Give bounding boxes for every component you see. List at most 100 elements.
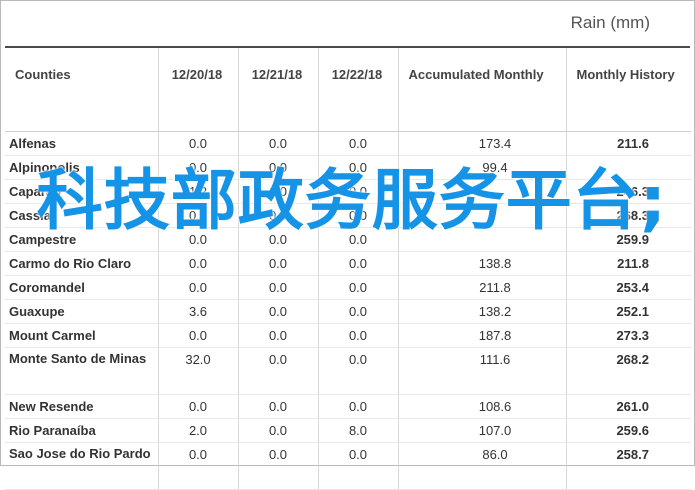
table-row: Mount Carmel 0.0 0.0 0.0 187.8 273.3	[5, 323, 691, 348]
county-cell: Alpinopolis	[5, 155, 159, 180]
day1-cell: 0.0	[158, 251, 239, 276]
table-row: Coromandel 0.0 0.0 0.0 211.8 253.4	[5, 275, 691, 300]
county-cell: Alfenas	[5, 131, 159, 156]
county-cell: Caparaó	[5, 179, 159, 204]
history-cell: 259.9	[566, 227, 691, 252]
column-header-history: Monthly History	[566, 48, 691, 132]
history-cell: 246.3	[566, 179, 691, 204]
county-cell: Carmo do Rio Claro	[5, 251, 159, 276]
history-cell: 258.7	[566, 442, 691, 490]
day3-cell: 0.0	[318, 227, 399, 252]
day2-cell: 0.0	[238, 251, 319, 276]
table-row: Caparaó 1.2 0.0 0.0 246.3	[5, 179, 691, 204]
accumulated-cell: 86.0	[398, 442, 567, 490]
day1-cell: 0.0	[158, 155, 239, 180]
day2-cell: 0.0	[238, 203, 319, 228]
day1-cell: 3.6	[158, 299, 239, 324]
day2-cell: 0.0	[238, 299, 319, 324]
accumulated-cell	[398, 179, 567, 204]
day2-cell: 0.0	[238, 275, 319, 300]
day1-cell: 1.2	[158, 179, 239, 204]
table-row: Alpinopolis 0.0 0.0 0.0 99.4	[5, 155, 691, 180]
day2-cell: 0.0	[238, 442, 319, 490]
table-row: Guaxupe 3.6 0.0 0.0 138.2 252.1	[5, 299, 691, 324]
day1-cell: 0.0	[158, 275, 239, 300]
rain-table: Counties 12/20/18 12/21/18 12/22/18 Accu…	[5, 48, 691, 490]
day3-cell: 0.0	[318, 179, 399, 204]
county-cell: Campestre	[5, 227, 159, 252]
history-cell: 268.2	[566, 347, 691, 395]
accumulated-cell: 138.8	[398, 251, 567, 276]
day1-cell: 0.0	[158, 227, 239, 252]
day3-cell: 0.0	[318, 131, 399, 156]
day2-cell: 0.0	[238, 394, 319, 419]
history-cell: 259.6	[566, 418, 691, 443]
day1-cell: 32.0	[158, 347, 239, 395]
day3-cell: 0.0	[318, 203, 399, 228]
county-cell: Guaxupe	[5, 299, 159, 324]
accumulated-cell: 99.4	[398, 155, 567, 180]
day3-cell: 0.0	[318, 442, 399, 490]
table-body: Alfenas 0.0 0.0 0.0 173.4 211.6 Alpinopolis 0.…	[5, 131, 691, 490]
day3-cell: 0.0	[318, 347, 399, 395]
day2-cell: 0.0	[238, 323, 319, 348]
accumulated-cell: 111.6	[398, 347, 567, 395]
accumulated-cell	[398, 227, 567, 252]
accumulated-cell: 211.8	[398, 275, 567, 300]
history-cell	[566, 155, 691, 180]
column-header-date-1: 12/20/18	[158, 48, 239, 132]
county-cell: Sao Jose do Rio Pardo	[5, 442, 159, 490]
county-cell: Coromandel	[5, 275, 159, 300]
table-row: Cassia 0.0 0.0 0.0 268.3	[5, 203, 691, 228]
history-cell: 211.6	[566, 131, 691, 156]
column-header-accumulated: Accumulated Monthly	[398, 48, 567, 132]
table-title: Rain (mm)	[570, 13, 650, 32]
county-cell: Cassia	[5, 203, 159, 228]
history-cell: 261.0	[566, 394, 691, 419]
table-row: Sao Jose do Rio Pardo 0.0 0.0 0.0 86.0 258.7	[5, 442, 691, 490]
accumulated-cell: 138.2	[398, 299, 567, 324]
day1-cell: 0.0	[158, 394, 239, 419]
day2-cell: 0.0	[238, 347, 319, 395]
day3-cell: 0.0	[318, 394, 399, 419]
table-header-row: Counties 12/20/18 12/21/18 12/22/18 Accu…	[5, 48, 691, 132]
day2-cell: 0.0	[238, 131, 319, 156]
accumulated-cell: 107.0	[398, 418, 567, 443]
history-cell: 211.8	[566, 251, 691, 276]
day3-cell: 0.0	[318, 155, 399, 180]
day3-cell: 0.0	[318, 251, 399, 276]
county-cell: New Resende	[5, 394, 159, 419]
column-header-date-2: 12/21/18	[238, 48, 319, 132]
rain-table-panel: Rain (mm) Counties 12/20/18 12/21/18 12/…	[0, 0, 695, 490]
column-header-date-3: 12/22/18	[318, 48, 399, 132]
day3-cell: 0.0	[318, 275, 399, 300]
day1-cell: 2.0	[158, 418, 239, 443]
day2-cell: 0.0	[238, 179, 319, 204]
table-row: New Resende 0.0 0.0 0.0 108.6 261.0	[5, 394, 691, 419]
day1-cell: 0.0	[158, 203, 239, 228]
day3-cell: 0.0	[318, 323, 399, 348]
accumulated-cell: 108.6	[398, 394, 567, 419]
table-row: Carmo do Rio Claro 0.0 0.0 0.0 138.8 211.8	[5, 251, 691, 276]
day1-cell: 0.0	[158, 323, 239, 348]
accumulated-cell: 187.8	[398, 323, 567, 348]
day2-cell: 0.0	[238, 227, 319, 252]
day2-cell: 0.0	[238, 155, 319, 180]
county-cell: Mount Carmel	[5, 323, 159, 348]
history-cell: 253.4	[566, 275, 691, 300]
county-cell: Rio Paranaíba	[5, 418, 159, 443]
history-cell: 252.1	[566, 299, 691, 324]
column-header-counties: Counties	[5, 48, 159, 132]
history-cell: 268.3	[566, 203, 691, 228]
accumulated-cell	[398, 203, 567, 228]
day3-cell: 0.0	[318, 299, 399, 324]
day2-cell: 0.0	[238, 418, 319, 443]
history-cell: 273.3	[566, 323, 691, 348]
table-row: Alfenas 0.0 0.0 0.0 173.4 211.6	[5, 131, 691, 156]
table-row: Campestre 0.0 0.0 0.0 259.9	[5, 227, 691, 252]
day1-cell: 0.0	[158, 442, 239, 490]
table-row: Rio Paranaíba 2.0 0.0 8.0 107.0 259.6	[5, 418, 691, 443]
day1-cell: 0.0	[158, 131, 239, 156]
accumulated-cell: 173.4	[398, 131, 567, 156]
day3-cell: 8.0	[318, 418, 399, 443]
